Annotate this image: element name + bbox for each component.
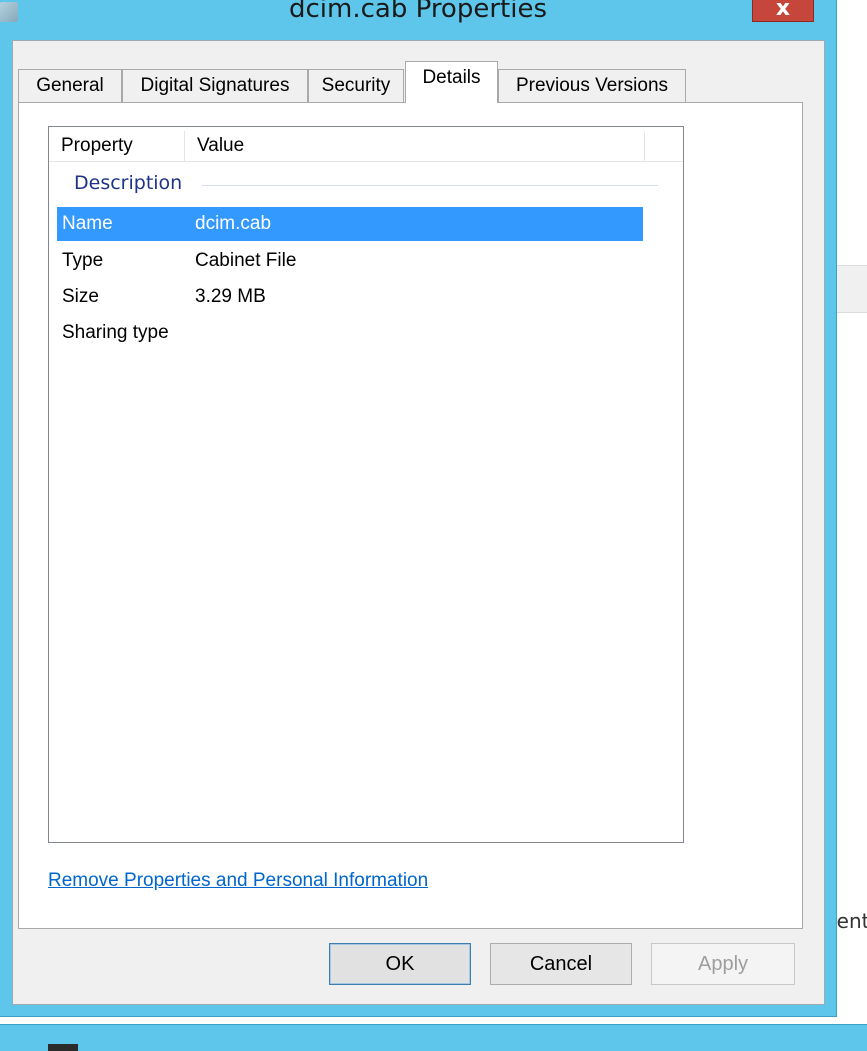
group-header-description[interactable]: Description: [74, 172, 182, 194]
list-item[interactable]: Type Cabinet File: [57, 244, 643, 278]
property-name: Sharing type: [62, 322, 169, 343]
taskbar: [0, 1024, 867, 1051]
details-list[interactable]: Property Value Description Name dcim.cab…: [48, 126, 684, 843]
app-icon[interactable]: [48, 1044, 78, 1051]
list-item[interactable]: Sharing type: [57, 316, 643, 350]
tab-security[interactable]: Security: [308, 69, 404, 103]
remove-properties-link[interactable]: Remove Properties and Personal Informati…: [48, 870, 428, 892]
window-title: dcim.cab Properties: [288, 0, 547, 24]
tab-details[interactable]: Details: [405, 61, 498, 103]
column-header-value[interactable]: Value: [185, 131, 645, 162]
property-name: Type: [62, 250, 104, 271]
group-divider: [202, 185, 658, 186]
property-value: dcim.cab: [195, 213, 272, 234]
property-value: Cabinet File: [195, 250, 297, 271]
tab-digital-signatures[interactable]: Digital Signatures: [122, 69, 308, 103]
list-item[interactable]: Size 3.29 MB: [57, 280, 643, 314]
properties-dialog: dcim.cab Properties x General Digital Si…: [0, 0, 837, 1017]
close-button[interactable]: x: [752, 0, 814, 22]
property-name: Name: [62, 213, 113, 234]
list-item[interactable]: Name dcim.cab: [57, 207, 643, 241]
property-name: Size: [62, 286, 99, 307]
property-value: 3.29 MB: [195, 286, 266, 307]
details-panel: Property Value Description Name dcim.cab…: [18, 102, 803, 929]
column-header-property[interactable]: Property: [49, 131, 185, 162]
tab-general[interactable]: General: [18, 69, 122, 103]
list-header: Property Value: [49, 131, 683, 162]
tab-previous-versions[interactable]: Previous Versions: [498, 69, 686, 103]
apply-button[interactable]: Apply: [651, 943, 795, 985]
background-list-row: [835, 265, 867, 313]
ok-button[interactable]: OK: [329, 943, 471, 985]
cancel-button[interactable]: Cancel: [490, 943, 632, 985]
